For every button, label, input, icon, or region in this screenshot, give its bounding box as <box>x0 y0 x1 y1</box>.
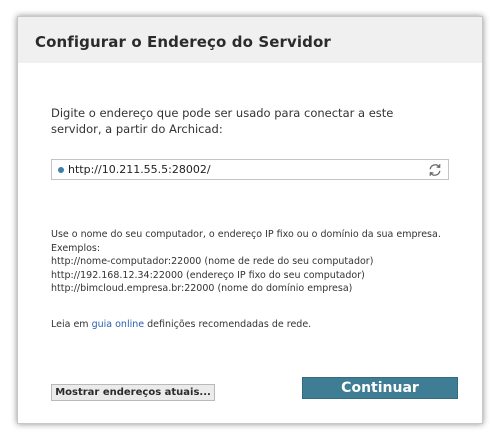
read-suffix: definições recomendadas de rede. <box>144 319 312 330</box>
help-line: http://192.168.12.34:22000 (endereço IP … <box>51 269 365 281</box>
help-line: Use o nome do seu computador, o endereço… <box>51 229 441 240</box>
server-url-field[interactable]: http://10.211.55.5:28002/ <box>51 159 449 180</box>
online-guide-note: Leia em guia online definições recomenda… <box>51 319 311 330</box>
continue-button[interactable]: Continuar <box>302 377 458 399</box>
help-line: http://bimcloud.empresa.br:22000 (nome d… <box>51 283 353 295</box>
server-url-value[interactable]: http://10.211.55.5:28002/ <box>68 162 211 177</box>
address-prompt: Digite o endereço que pode ser usado par… <box>51 106 394 136</box>
configure-server-address-dialog: Configurar o Endereço do Servidor Digite… <box>17 16 483 424</box>
show-current-addresses-button[interactable]: Mostrar endereços atuais... <box>51 384 215 401</box>
help-line: http://nome-computador:22000 (nome de re… <box>51 256 374 268</box>
refresh-icon[interactable] <box>427 162 443 178</box>
dialog-header: Configurar o Endereço do Servidor <box>18 17 482 63</box>
online-guide-link[interactable]: guia online <box>92 319 145 330</box>
dialog-title: Configurar o Endereço do Servidor <box>35 33 331 51</box>
read-prefix: Leia em <box>51 319 92 330</box>
address-help-text: Use o nome do seu computador, o endereço… <box>51 228 461 296</box>
status-dot-icon <box>58 167 64 173</box>
help-line: Exemplos: <box>51 242 101 254</box>
